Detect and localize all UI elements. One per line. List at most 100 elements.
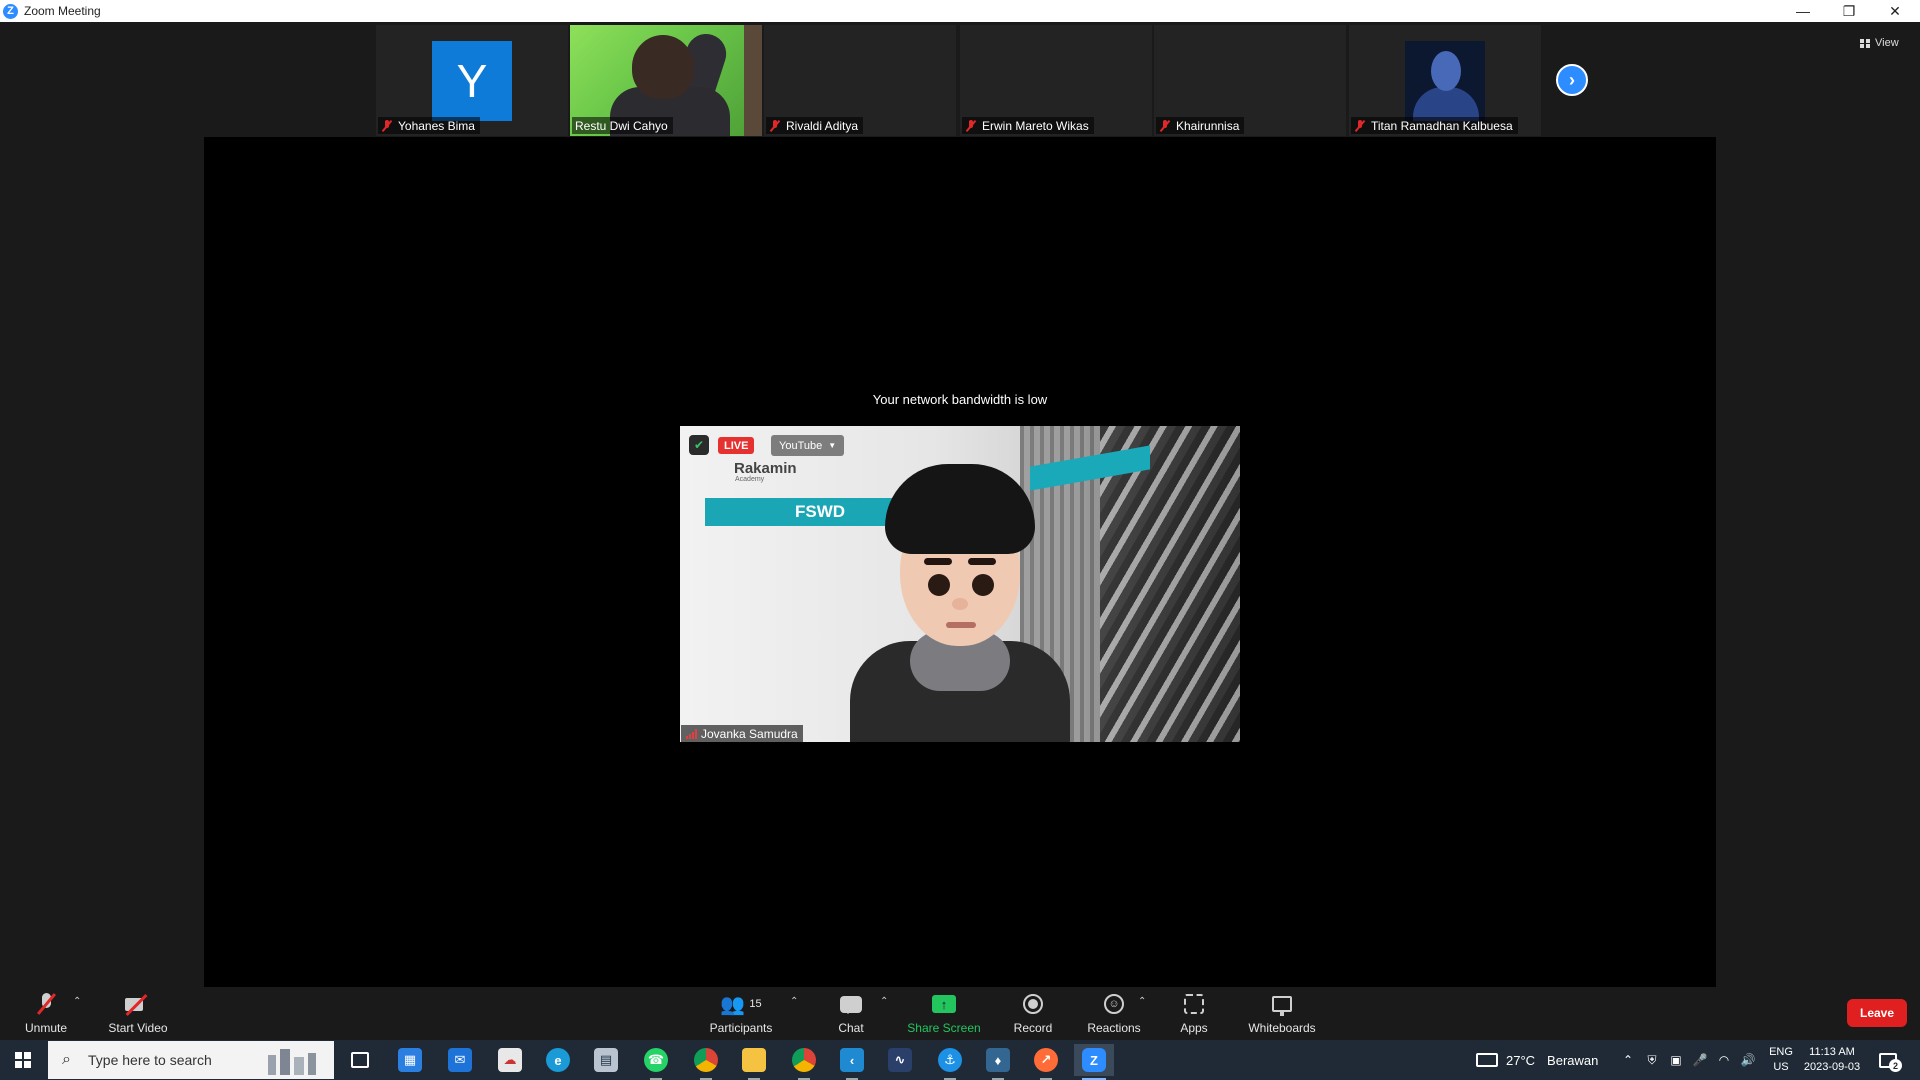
task-view-icon[interactable] xyxy=(340,1044,380,1076)
meeting-area: Y Yohanes Bima Restu Dwi Cahyo Rivaldi A… xyxy=(0,22,1920,987)
clock-time: 11:13 AM xyxy=(1809,1046,1855,1058)
participant-name: Erwin Mareto Wikas xyxy=(982,118,1089,133)
participant-name: Khairunnisa xyxy=(1176,118,1240,133)
title-bar: Z Zoom Meeting — ❐ ✕ xyxy=(0,0,1920,22)
close-button[interactable]: ✕ xyxy=(1872,0,1918,22)
taskbar-search-box[interactable]: ⌕ Type here to search xyxy=(48,1041,334,1079)
docker-icon[interactable]: ⚓ xyxy=(930,1044,970,1080)
window-title: Zoom Meeting xyxy=(24,4,101,18)
participant-tile[interactable]: Restu Dwi Cahyo xyxy=(570,25,762,136)
weather-icon xyxy=(1476,1053,1498,1067)
view-label: View xyxy=(1875,37,1899,49)
whiteboards-button[interactable]: Whiteboards xyxy=(1244,987,1320,1040)
participant-tile[interactable]: Khairunnisa xyxy=(1154,25,1346,136)
restore-button[interactable]: ❐ xyxy=(1826,0,1872,22)
participants-icon: 👥 15 xyxy=(720,993,762,1016)
microsoft-store-icon[interactable]: ▦ xyxy=(390,1044,430,1076)
unmute-button[interactable]: Unmute xyxy=(18,987,74,1040)
chat-options-caret-icon[interactable]: ⌃ xyxy=(880,996,888,1007)
shield-icon[interactable]: ✔ xyxy=(689,435,709,455)
stream-target-dropdown[interactable]: YouTube ▼ xyxy=(771,435,845,456)
share-screen-icon: ↑ xyxy=(932,995,956,1013)
start-video-button[interactable]: Start Video xyxy=(102,987,174,1040)
taskbar-clock[interactable]: 11:13 AM 2023-09-03 xyxy=(1796,1045,1868,1075)
vscode-icon[interactable]: ‹ xyxy=(832,1044,872,1080)
mail-icon[interactable]: ✉ xyxy=(440,1044,480,1076)
view-button[interactable]: View xyxy=(1860,33,1899,53)
wifi-icon[interactable]: ◠ xyxy=(1716,1052,1732,1068)
camera-tray-icon[interactable]: ▣ xyxy=(1668,1052,1684,1068)
participant-tile[interactable]: Y Yohanes Bima xyxy=(376,25,568,136)
security-shield-icon[interactable]: ⛨ xyxy=(1644,1052,1660,1068)
participant-tile[interactable]: Rivaldi Aditya xyxy=(764,25,956,136)
whiteboard-icon xyxy=(1272,996,1292,1016)
cloud-app-icon[interactable]: ☁ xyxy=(490,1044,530,1076)
share-screen-button[interactable]: ↑ Share Screen xyxy=(904,987,984,1040)
search-icon: ⌕ xyxy=(62,1051,71,1068)
weather-widget[interactable]: 27°C Berawan xyxy=(1476,1040,1598,1080)
participants-button[interactable]: 👥 15 Participants xyxy=(700,987,782,1040)
participant-nameplate: Yohanes Bima xyxy=(378,117,480,134)
keyboard-region: US xyxy=(1773,1061,1789,1073)
notification-count: 2 xyxy=(1889,1059,1902,1072)
chrome-profile-icon[interactable] xyxy=(784,1044,824,1080)
avatar: Y xyxy=(432,41,512,121)
whatsapp-icon[interactable]: ☎ xyxy=(636,1044,676,1080)
unmute-label: Unmute xyxy=(24,1021,68,1035)
apps-button[interactable]: Apps xyxy=(1170,987,1218,1040)
record-button[interactable]: Record xyxy=(1004,987,1062,1040)
mic-muted-icon xyxy=(1354,119,1366,132)
participant-nameplate: Erwin Mareto Wikas xyxy=(962,117,1094,134)
meeting-toolbar: Unmute ⌃ Start Video 👥 15 Participants ⌃ … xyxy=(0,987,1920,1040)
participants-count: 15 xyxy=(749,998,762,1010)
reactions-label: Reactions xyxy=(1087,1021,1141,1035)
bandwidth-notice: Your network bandwidth is low xyxy=(872,392,1048,407)
start-video-label: Start Video xyxy=(108,1021,168,1035)
participant-name: Yohanes Bima xyxy=(398,118,475,133)
file-explorer-icon[interactable] xyxy=(734,1044,774,1080)
edge-icon[interactable]: e xyxy=(538,1044,578,1076)
windows-logo-icon xyxy=(15,1052,31,1068)
participant-tile[interactable]: Titan Ramadhan Kalbuesa xyxy=(1349,25,1541,136)
share-screen-label: Share Screen xyxy=(907,1021,981,1035)
participant-nameplate: Titan Ramadhan Kalbuesa xyxy=(1351,117,1518,134)
chevron-up-icon[interactable]: ⌃ xyxy=(1620,1052,1636,1068)
postman-icon[interactable]: ↗ xyxy=(1026,1044,1066,1080)
start-button[interactable] xyxy=(0,1040,46,1080)
active-speaker-video[interactable]: FSWD Rakamin Academy ✔ LIVE YouTube ▼ Jo… xyxy=(680,426,1240,742)
weather-temp: 27°C xyxy=(1506,1052,1536,1068)
mic-muted-icon xyxy=(965,119,977,132)
generic-app-icon[interactable]: ▤ xyxy=(586,1044,626,1076)
input-language-indicator[interactable]: ENG US xyxy=(1766,1045,1796,1075)
mic-muted-icon xyxy=(39,993,53,1015)
reactions-button[interactable]: ☺ Reactions xyxy=(1082,987,1146,1040)
stream-target-label: YouTube xyxy=(779,439,823,452)
microphone-tray-icon[interactable]: 🎤 xyxy=(1692,1052,1708,1068)
reactions-options-caret-icon[interactable]: ⌃ xyxy=(1138,996,1146,1007)
overlay-banner: FSWD xyxy=(705,498,895,526)
clock-date: 2023-09-03 xyxy=(1803,1061,1861,1073)
main-video-stage: Your network bandwidth is low FSWD Rakam… xyxy=(204,137,1716,987)
language-code: ENG xyxy=(1769,1046,1793,1058)
participant-nameplate: Rivaldi Aditya xyxy=(766,117,864,134)
volume-icon[interactable]: 🔊 xyxy=(1740,1052,1756,1068)
live-badge[interactable]: LIVE xyxy=(718,437,755,454)
participant-name: Rivaldi Aditya xyxy=(786,118,859,133)
postgresql-icon[interactable]: ♦ xyxy=(978,1044,1018,1080)
participants-label: Participants xyxy=(709,1021,773,1035)
participant-video xyxy=(1405,41,1485,121)
chrome-icon[interactable] xyxy=(686,1044,726,1080)
participant-nameplate: Restu Dwi Cahyo xyxy=(572,117,673,134)
minimize-button[interactable]: — xyxy=(1780,0,1826,22)
chat-button[interactable]: Chat xyxy=(826,987,876,1040)
participants-options-caret-icon[interactable]: ⌃ xyxy=(790,996,798,1007)
next-page-chevron-icon[interactable]: › xyxy=(1556,64,1588,96)
wave-app-icon[interactable]: ∿ xyxy=(880,1044,920,1076)
chevron-down-icon: ▼ xyxy=(828,441,837,450)
windows-taskbar: ⌕ Type here to search ▦ ✉ ☁ e ▤ ☎ ‹ ∿ ⚓ … xyxy=(0,1040,1920,1080)
notification-center-button[interactable]: 2 xyxy=(1876,1048,1902,1072)
participant-tile[interactable]: Erwin Mareto Wikas xyxy=(960,25,1152,136)
leave-button[interactable]: Leave xyxy=(1847,999,1907,1027)
zoom-taskbar-icon[interactable]: Z xyxy=(1074,1044,1114,1080)
audio-options-caret-icon[interactable]: ⌃ xyxy=(73,996,81,1007)
